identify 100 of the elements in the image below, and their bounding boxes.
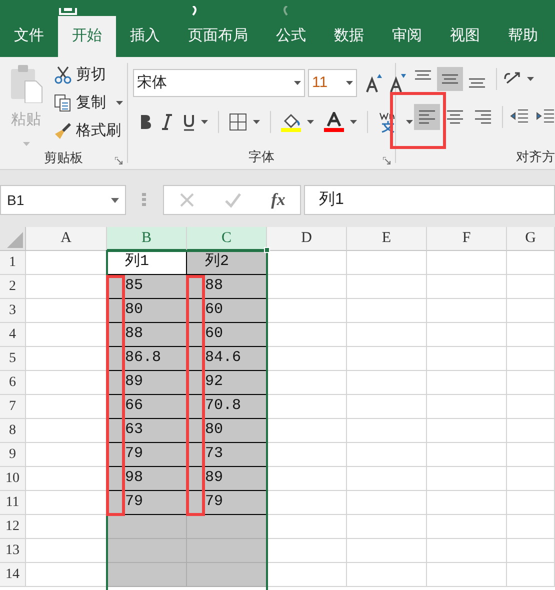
table-cell[interactable] bbox=[107, 563, 187, 587]
table-cell[interactable]: 63 bbox=[107, 419, 187, 443]
table-cell[interactable] bbox=[267, 275, 347, 299]
table-cell[interactable] bbox=[347, 323, 427, 347]
table-cell[interactable] bbox=[267, 563, 347, 587]
table-cell[interactable] bbox=[507, 395, 555, 419]
table-cell[interactable] bbox=[427, 371, 507, 395]
table-cell[interactable] bbox=[347, 491, 427, 515]
table-cell[interactable] bbox=[507, 419, 555, 443]
table-cell[interactable] bbox=[267, 251, 347, 275]
table-cell[interactable] bbox=[107, 539, 187, 563]
row-header[interactable]: 7 bbox=[0, 395, 26, 419]
caret-icon[interactable] bbox=[350, 120, 357, 124]
ribbon-button[interactable]: 格式刷 bbox=[54, 120, 123, 142]
table-cell[interactable] bbox=[187, 515, 267, 539]
table-cell[interactable]: 80 bbox=[187, 419, 267, 443]
font-size-field[interactable]: 11 bbox=[308, 69, 357, 97]
caret-icon[interactable] bbox=[307, 120, 314, 124]
table-cell[interactable]: 89 bbox=[187, 467, 267, 491]
table-cell[interactable]: 88 bbox=[107, 323, 187, 347]
ribbon-tab[interactable]: 帮助 bbox=[508, 16, 538, 57]
table-cell[interactable] bbox=[267, 323, 347, 347]
table-cell[interactable] bbox=[267, 371, 347, 395]
column-header[interactable]: C bbox=[187, 227, 267, 251]
table-cell[interactable] bbox=[347, 251, 427, 275]
table-cell[interactable]: 列1 bbox=[107, 251, 187, 275]
table-cell[interactable] bbox=[267, 491, 347, 515]
row-header[interactable]: 2 bbox=[0, 275, 26, 299]
ribbon-tab[interactable]: 开始 bbox=[58, 16, 116, 57]
check-icon[interactable] bbox=[224, 192, 242, 208]
table-cell[interactable] bbox=[507, 299, 555, 323]
table-cell[interactable] bbox=[507, 491, 555, 515]
row-header[interactable]: 4 bbox=[0, 323, 26, 347]
table-cell[interactable] bbox=[347, 395, 427, 419]
fill-handle[interactable] bbox=[264, 247, 270, 253]
table-cell[interactable] bbox=[267, 419, 347, 443]
table-cell[interactable] bbox=[347, 515, 427, 539]
ribbon-tab[interactable]: 数据 bbox=[334, 16, 364, 57]
table-cell[interactable] bbox=[427, 395, 507, 419]
table-cell[interactable] bbox=[507, 515, 555, 539]
table-cell[interactable] bbox=[427, 419, 507, 443]
table-cell[interactable] bbox=[427, 251, 507, 275]
font-color-icon[interactable] bbox=[324, 112, 344, 132]
row-header[interactable]: 11 bbox=[0, 491, 26, 515]
table-cell[interactable] bbox=[267, 395, 347, 419]
table-cell[interactable] bbox=[427, 443, 507, 467]
table-cell[interactable] bbox=[347, 539, 427, 563]
column-header[interactable]: D bbox=[267, 227, 347, 251]
name-box[interactable]: B1 bbox=[0, 185, 126, 215]
table-cell[interactable] bbox=[347, 299, 427, 323]
table-cell[interactable] bbox=[267, 299, 347, 323]
cancel-icon[interactable] bbox=[178, 192, 195, 208]
decrease-font-size-icon[interactable] bbox=[389, 73, 407, 93]
formula-field[interactable]: 列1 bbox=[304, 185, 555, 215]
row-header[interactable]: 9 bbox=[0, 443, 26, 467]
ribbon-tab[interactable]: 视图 bbox=[450, 16, 480, 57]
caret-icon[interactable] bbox=[527, 77, 534, 81]
column-header[interactable]: F bbox=[427, 227, 507, 251]
table-cell[interactable] bbox=[347, 563, 427, 587]
table-cell[interactable] bbox=[347, 419, 427, 443]
ribbon-tab[interactable]: 审阅 bbox=[392, 16, 422, 57]
ribbon-tab[interactable]: 公式 bbox=[276, 16, 306, 57]
table-cell[interactable] bbox=[427, 563, 507, 587]
table-cell[interactable]: 列2 bbox=[187, 251, 267, 275]
ribbon-tab[interactable]: 文件 bbox=[14, 16, 44, 57]
table-cell[interactable] bbox=[507, 443, 555, 467]
underline-icon[interactable] bbox=[183, 114, 195, 130]
table-cell[interactable]: 66 bbox=[107, 395, 187, 419]
table-cell[interactable] bbox=[427, 539, 507, 563]
table-cell[interactable] bbox=[267, 515, 347, 539]
table-cell[interactable] bbox=[427, 299, 507, 323]
fill-color-icon[interactable] bbox=[281, 112, 301, 132]
table-cell[interactable] bbox=[187, 539, 267, 563]
table-cell[interactable] bbox=[507, 347, 555, 371]
table-cell[interactable] bbox=[347, 275, 427, 299]
table-cell[interactable]: 98 bbox=[107, 467, 187, 491]
row-header[interactable]: 10 bbox=[0, 467, 26, 491]
table-cell[interactable]: 84.6 bbox=[187, 347, 267, 371]
table-cell[interactable] bbox=[507, 467, 555, 491]
table-cell[interactable] bbox=[187, 563, 267, 587]
increase-font-size-icon[interactable] bbox=[365, 73, 383, 93]
ribbon-tab[interactable]: 页面布局 bbox=[188, 16, 248, 57]
font-name-field[interactable]: 宋体 bbox=[133, 69, 305, 97]
column-header[interactable]: E bbox=[347, 227, 427, 251]
borders-icon[interactable] bbox=[229, 113, 247, 131]
save-icon[interactable] bbox=[58, 8, 78, 16]
table-cell[interactable] bbox=[507, 323, 555, 347]
table-cell[interactable] bbox=[347, 347, 427, 371]
dialog-launcher-icon[interactable] bbox=[115, 157, 123, 165]
table-cell[interactable]: 85 bbox=[107, 275, 187, 299]
table-cell[interactable] bbox=[267, 539, 347, 563]
table-cell[interactable]: 73 bbox=[187, 443, 267, 467]
table-cell[interactable] bbox=[427, 467, 507, 491]
row-header[interactable]: 5 bbox=[0, 347, 26, 371]
row-header[interactable]: 12 bbox=[0, 515, 26, 539]
insert-function-button[interactable]: fx bbox=[271, 187, 286, 213]
ribbon-button[interactable]: 复制 bbox=[54, 92, 123, 114]
drag-handle-icon[interactable] bbox=[142, 193, 146, 207]
column-header[interactable]: G bbox=[507, 227, 555, 251]
italic-icon[interactable] bbox=[161, 114, 173, 130]
